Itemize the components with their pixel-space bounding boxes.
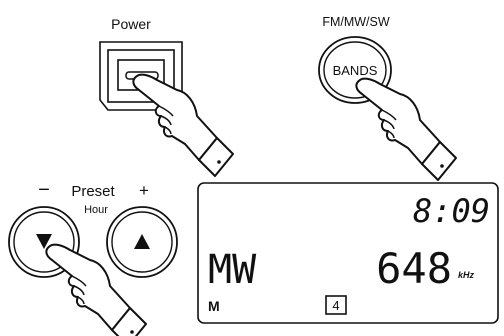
bands-label: BANDS xyxy=(333,63,378,78)
pointing-hand-icon xyxy=(132,73,234,177)
frequency-unit: kHz xyxy=(458,270,475,280)
band-readout: MW xyxy=(208,247,257,293)
preset-number: 4 xyxy=(332,298,339,313)
hour-label: Hour xyxy=(84,204,108,216)
frequency-readout: 648 xyxy=(376,244,452,293)
preset-up-button[interactable] xyxy=(106,206,178,278)
preset-label: Preset xyxy=(71,183,115,200)
lcd-display: 8:09 MW 648 kHz M 4 xyxy=(197,182,499,324)
clock-readout: 8:09 xyxy=(413,192,490,230)
mode-indicator: M xyxy=(208,298,220,314)
pointing-hand-icon xyxy=(355,77,457,181)
preset-number-badge: 4 xyxy=(325,295,347,315)
preset-minus-label: − xyxy=(38,179,50,201)
band-caption: FM/MW/SW xyxy=(322,15,390,29)
preset-plus-label: + xyxy=(139,181,149,200)
radio-controls-diagram: Power FM/MW/SW BANDS − Preset + Hour 8:0… xyxy=(8,15,499,336)
power-label: Power xyxy=(111,16,151,32)
